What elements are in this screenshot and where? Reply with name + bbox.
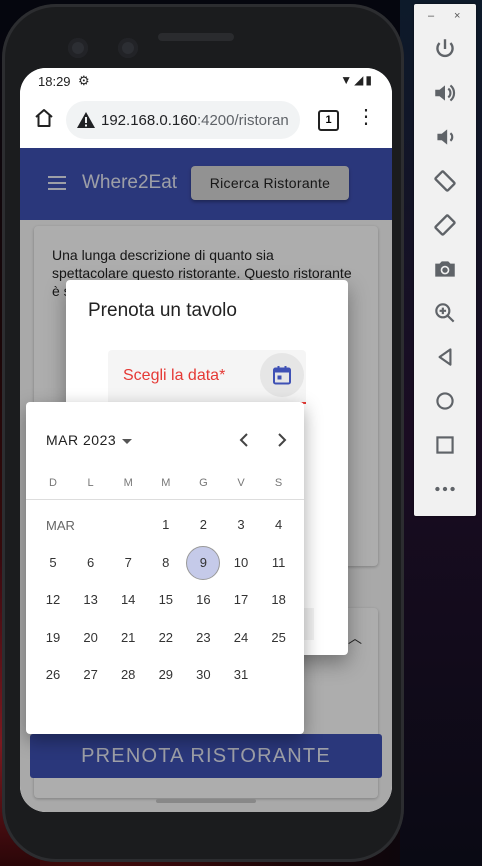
- calendar-day[interactable]: 12: [36, 583, 70, 617]
- calendar-day[interactable]: 18: [262, 583, 296, 617]
- weekday-label: S: [274, 477, 283, 489]
- calendar-day[interactable]: 26: [36, 658, 70, 692]
- previous-month-icon[interactable]: [232, 428, 256, 452]
- calendar-day[interactable]: 6: [74, 546, 108, 580]
- calendar-day[interactable]: 14: [111, 583, 145, 617]
- calendar-day[interactable]: 4: [262, 508, 296, 542]
- sensor-icon: [118, 38, 138, 58]
- volume-up-icon[interactable]: [432, 80, 458, 106]
- calendar-day-today[interactable]: 9: [186, 545, 221, 580]
- weekday-label: M: [161, 477, 171, 489]
- signal-icon: ◢: [354, 73, 366, 87]
- calendar-day[interactable]: 30: [186, 658, 220, 692]
- dropdown-caret-icon: [122, 438, 133, 444]
- calendar-day[interactable]: 22: [149, 621, 183, 655]
- calendar-day[interactable]: 3: [224, 508, 258, 542]
- calendar-day[interactable]: 16: [186, 583, 220, 617]
- calendar-day[interactable]: 27: [74, 658, 108, 692]
- calendar-day[interactable]: 10: [224, 546, 258, 580]
- calendar-icon: [273, 366, 291, 385]
- calendar-day[interactable]: 28: [111, 658, 145, 692]
- calendar-day[interactable]: 29: [149, 658, 183, 692]
- rotate-right-icon[interactable]: [432, 212, 458, 238]
- date-field-label: Scegli la data*: [123, 367, 226, 384]
- calendar-day[interactable]: 13: [74, 583, 108, 617]
- calendar-day[interactable]: 17: [224, 583, 258, 617]
- weekday-header: DLMMGVS: [34, 477, 296, 491]
- url-text: 192.168.0.160:4200/ristoran: [101, 112, 289, 129]
- calendar-day[interactable]: 1: [149, 508, 183, 542]
- month-label: MAR: [46, 518, 75, 533]
- weekday-label: V: [237, 477, 245, 489]
- calendar-day[interactable]: 5: [36, 546, 70, 580]
- more-icon[interactable]: [432, 476, 458, 502]
- datepicker-popup: MAR 2023 DLMMGVS MAR 1 2 3 4 5 6 7 8 9 10 11 12 13 14…: [26, 402, 304, 734]
- calendar-day[interactable]: 21: [111, 621, 145, 655]
- date-field[interactable]: Scegli la data*: [108, 350, 306, 404]
- calendar-toggle-button[interactable]: [260, 353, 304, 397]
- tab-switcher-button[interactable]: 1: [318, 110, 339, 131]
- overview-icon[interactable]: [432, 432, 458, 458]
- url-path: :4200/ristoran: [196, 112, 289, 129]
- calendar-day[interactable]: 15: [149, 583, 183, 617]
- rotate-left-icon[interactable]: [432, 168, 458, 194]
- status-time: 18:29: [38, 74, 71, 89]
- url-host: 192.168.0.160: [101, 112, 197, 129]
- phone-screen: 18:29 ⚙ ▼◢▮ 192.168.0.160:4200/ristoran …: [20, 68, 392, 812]
- next-month-icon[interactable]: [270, 428, 294, 452]
- phone-frame: 18:29 ⚙ ▼◢▮ 192.168.0.160:4200/ristoran …: [2, 4, 404, 862]
- calendar-day[interactable]: 19: [36, 621, 70, 655]
- address-bar[interactable]: 192.168.0.160:4200/ristoran: [66, 101, 300, 139]
- power-icon[interactable]: [432, 36, 458, 62]
- not-secure-warning-icon[interactable]: [76, 110, 96, 130]
- back-icon[interactable]: [432, 344, 458, 370]
- calendar-day[interactable]: 25: [262, 621, 296, 655]
- emulator-toolbar: – ×: [414, 4, 476, 516]
- browser-menu-icon[interactable]: ⋮: [356, 107, 376, 127]
- browser-toolbar: 192.168.0.160:4200/ristoran 1 ⋮: [20, 94, 392, 148]
- weekday-label: M: [123, 477, 133, 489]
- period-selector-button[interactable]: MAR 2023: [46, 432, 133, 448]
- battery-icon: ▮: [365, 73, 374, 87]
- status-icons: ▼◢▮: [340, 73, 374, 87]
- calendar-day[interactable]: 24: [224, 621, 258, 655]
- header-backdrop: [20, 148, 392, 220]
- weekday-label: D: [49, 477, 57, 489]
- volume-down-icon[interactable]: [432, 124, 458, 150]
- divider: [26, 499, 304, 500]
- front-camera-icon: [68, 38, 88, 58]
- status-bar: 18:29 ⚙ ▼◢▮: [20, 68, 392, 94]
- settings-gear-icon: ⚙: [78, 73, 90, 88]
- speaker-grille: [158, 33, 234, 41]
- calendar-day[interactable]: 7: [111, 546, 145, 580]
- period-label: MAR 2023: [46, 432, 117, 448]
- dialog-title: Prenota un tavolo: [88, 300, 237, 321]
- minimize-button[interactable]: –: [428, 10, 434, 22]
- calendar-day[interactable]: 2: [186, 508, 220, 542]
- calendar-day[interactable]: 31: [224, 658, 258, 692]
- home-icon[interactable]: [32, 106, 56, 130]
- gesture-nav-handle[interactable]: [156, 799, 256, 803]
- close-button[interactable]: ×: [454, 10, 460, 22]
- wifi-icon: ▼: [340, 73, 355, 87]
- camera-icon[interactable]: [432, 256, 458, 282]
- zoom-icon[interactable]: [432, 300, 458, 326]
- calendar-day[interactable]: 20: [74, 621, 108, 655]
- calendar-day[interactable]: 11: [262, 546, 296, 580]
- home-button-icon[interactable]: [432, 388, 458, 414]
- weekday-label: G: [199, 477, 208, 489]
- weekday-label: L: [87, 477, 94, 489]
- calendar-day[interactable]: 23: [186, 621, 220, 655]
- calendar-day[interactable]: 8: [149, 546, 183, 580]
